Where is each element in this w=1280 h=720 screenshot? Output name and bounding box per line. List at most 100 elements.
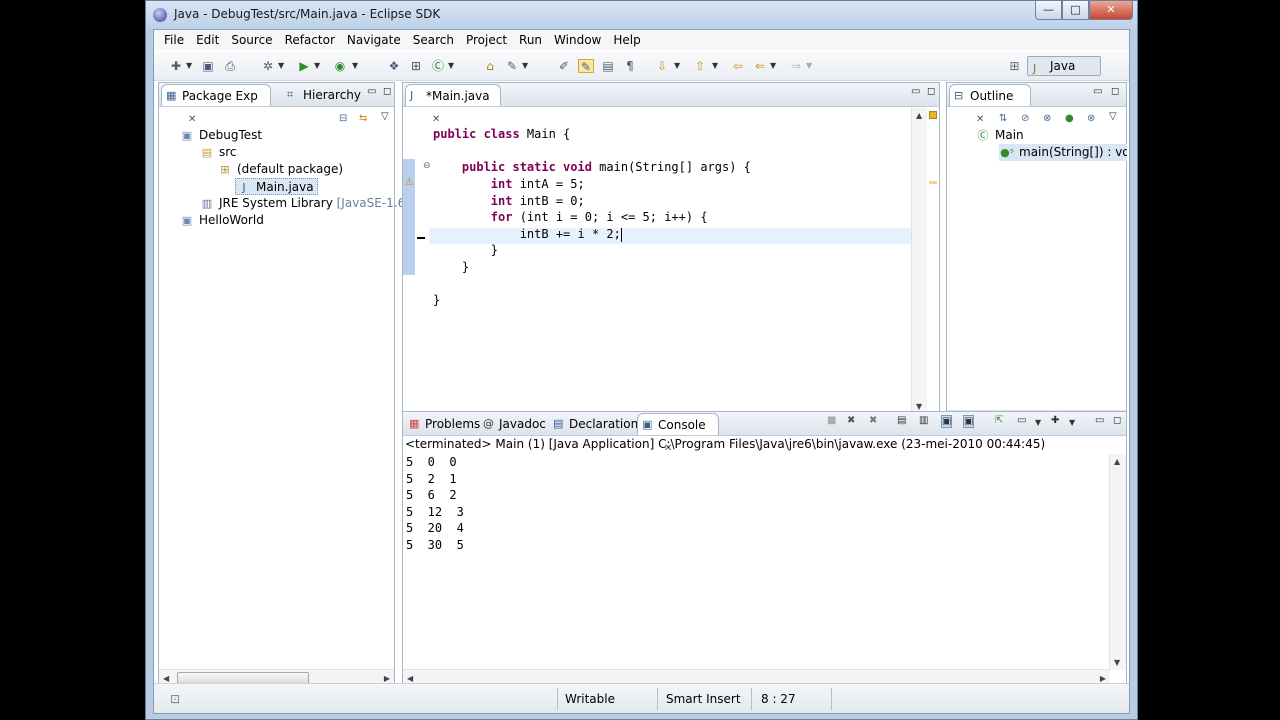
back-icon[interactable]: ⇐ — [752, 59, 768, 73]
maximize-view-icon[interactable]: ◻ — [1111, 86, 1119, 97]
java-perspective-button[interactable]: J Java — [1027, 56, 1101, 76]
previous-annotation-dropdown-icon[interactable]: ▼ — [712, 61, 718, 70]
run-icon[interactable]: ▶ — [296, 59, 312, 73]
block-selection-icon[interactable]: ▤ — [600, 59, 616, 73]
code-line[interactable]: int intB = 0; — [433, 193, 585, 209]
debug-dropdown-icon[interactable]: ▼ — [278, 61, 284, 70]
code-line[interactable]: public class Main { — [433, 126, 570, 142]
display-console-dropdown-icon[interactable]: ▼ — [1035, 418, 1041, 427]
fast-view-icon[interactable]: ⊡ — [170, 692, 180, 706]
scroll-down-icon[interactable]: ▼ — [1114, 658, 1120, 667]
show-on-output-icon[interactable]: ▣ — [941, 415, 953, 428]
scroll-left-icon[interactable]: ◀ — [163, 674, 169, 683]
title-bar[interactable]: Java - DebugTest/src/Main.java - Eclipse… — [146, 1, 1137, 29]
tree-item-debugtest[interactable]: ▣ DebugTest — [179, 127, 262, 144]
code-line[interactable]: } — [433, 259, 469, 275]
scroll-down-icon[interactable]: ▼ — [916, 402, 922, 411]
external-tools-icon[interactable]: ◉ — [332, 59, 348, 73]
tab-outline[interactable]: ⊟ Outline ✕ — [949, 84, 1031, 125]
menu-refactor[interactable]: Refactor — [279, 30, 341, 50]
code-line[interactable]: } — [433, 292, 440, 308]
new-icon[interactable]: ✚ — [168, 59, 184, 73]
tree-item-main-java[interactable]: J Main.java — [235, 178, 318, 195]
close-icon[interactable]: ✕ — [432, 114, 440, 125]
forward-icon[interactable]: ⇒ — [788, 59, 804, 73]
hide-static-icon[interactable]: ⊗ — [1043, 113, 1051, 124]
menu-edit[interactable]: Edit — [190, 30, 225, 50]
minimize-button[interactable]: — — [1035, 1, 1062, 20]
search-icon[interactable]: ✎ — [504, 59, 520, 73]
editor-vscroll[interactable]: ▲ ▼ — [911, 108, 927, 414]
minimize-view-icon[interactable]: ▭ — [911, 86, 920, 97]
hide-nonpublic-icon[interactable]: ● — [1065, 113, 1074, 124]
sort-icon[interactable]: ⇅ — [999, 113, 1007, 124]
scroll-right-icon[interactable]: ▶ — [1100, 674, 1106, 683]
toggle-mark-occurrences-icon[interactable]: ✐ — [556, 59, 572, 73]
console-output-line[interactable]: 5 12 3 — [406, 504, 464, 521]
open-console-dropdown-icon[interactable]: ▼ — [1069, 418, 1075, 427]
menu-search[interactable]: Search — [407, 30, 460, 50]
forward-dropdown-icon[interactable]: ▼ — [806, 61, 812, 70]
hide-local-types-icon[interactable]: ⊗ — [1087, 113, 1095, 124]
show-on-error-icon[interactable]: ▣ — [963, 415, 975, 428]
last-edit-location-icon[interactable]: ⇦ — [730, 59, 746, 73]
new-class-dropdown-icon[interactable]: ▼ — [448, 61, 454, 70]
tab-console[interactable]: ▣ Console ✕ — [637, 413, 719, 454]
next-annotation-dropdown-icon[interactable]: ▼ — [674, 61, 680, 70]
next-annotation-icon[interactable]: ⇩ — [654, 59, 670, 73]
previous-annotation-icon[interactable]: ⇧ — [692, 59, 708, 73]
external-tools-dropdown-icon[interactable]: ▼ — [352, 61, 358, 70]
collapse-all-icon[interactable]: ⊟ — [339, 113, 347, 124]
tab-declaration[interactable]: ▤ Declaration — [549, 413, 638, 435]
new-package-icon[interactable]: ⊞ — [408, 59, 424, 73]
debug-icon[interactable]: ✲ — [260, 59, 276, 73]
menu-run[interactable]: Run — [513, 30, 548, 50]
open-type-icon[interactable]: ⌂ — [482, 59, 498, 73]
show-whitespace-icon[interactable]: ¶ — [622, 59, 638, 73]
tree-item-helloworld[interactable]: ▣ HelloWorld — [179, 212, 264, 229]
overview-warning-icon[interactable] — [929, 111, 937, 119]
search-dropdown-icon[interactable]: ▼ — [522, 61, 528, 70]
save-icon[interactable]: ▣ — [200, 59, 216, 73]
quick-fix-warning-icon[interactable]: ⚠ — [405, 177, 414, 188]
tree-item-default-package[interactable]: ⊞ (default package) — [217, 161, 343, 178]
tree-item-jre-library[interactable]: ▥ JRE System Library [JavaSE-1.6] — [199, 195, 410, 212]
menu-window[interactable]: Window — [548, 30, 607, 50]
maximize-view-icon[interactable]: ◻ — [1113, 415, 1121, 426]
console-output-line[interactable]: 5 0 0 — [406, 454, 457, 471]
tree-item-src[interactable]: ▤ src — [199, 144, 237, 161]
outline-item-main-method[interactable]: ●ˢ main(String[]) : void — [999, 144, 1127, 161]
terminate-icon[interactable]: ■ — [827, 415, 836, 426]
console-vscroll[interactable]: ▲ ▼ — [1109, 454, 1126, 670]
clear-console-icon[interactable]: ▤ — [897, 415, 906, 426]
menu-navigate[interactable]: Navigate — [341, 30, 407, 50]
link-with-editor-icon[interactable]: ⇆ — [359, 113, 367, 124]
tab-package-explorer[interactable]: ▦ Package Exp ✕ — [161, 84, 271, 125]
overview-marker[interactable] — [929, 181, 937, 184]
minimize-view-icon[interactable]: ▭ — [1093, 86, 1102, 97]
menu-project[interactable]: Project — [460, 30, 513, 50]
display-console-icon[interactable]: ▭ — [1017, 415, 1026, 426]
tab-problems[interactable]: ▦ Problems — [405, 413, 480, 435]
outline-item-main[interactable]: Ⓒ Main — [975, 127, 1024, 144]
back-dropdown-icon[interactable]: ▼ — [770, 61, 776, 70]
new-java-project-icon[interactable]: ❖ — [386, 59, 402, 73]
maximize-view-icon[interactable]: ◻ — [927, 86, 935, 97]
toggle-highlight-icon[interactable]: ✎ — [578, 59, 594, 74]
hide-fields-icon[interactable]: ⊘ — [1021, 113, 1029, 124]
console-output-line[interactable]: 5 30 5 — [406, 537, 464, 554]
menu-source[interactable]: Source — [225, 30, 278, 50]
code-line[interactable]: public static void main(String[] args) { — [433, 159, 751, 175]
new-dropdown-icon[interactable]: ▼ — [186, 61, 192, 70]
maximize-view-icon[interactable]: ◻ — [383, 86, 391, 97]
remove-launch-icon[interactable]: ✖ — [847, 415, 855, 426]
code-line[interactable]: } — [433, 242, 498, 258]
scroll-up-icon[interactable]: ▲ — [916, 111, 922, 120]
view-menu-icon[interactable]: ▽ — [1109, 111, 1117, 122]
open-console-icon[interactable]: ✚ — [1051, 415, 1059, 426]
minimize-view-icon[interactable]: ▭ — [367, 86, 376, 97]
scroll-right-icon[interactable]: ▶ — [384, 674, 390, 683]
print-icon[interactable]: ⎙ — [222, 59, 238, 73]
console-output-line[interactable]: 5 6 2 — [406, 487, 457, 504]
tab-javadoc[interactable]: @ Javadoc — [479, 413, 547, 435]
